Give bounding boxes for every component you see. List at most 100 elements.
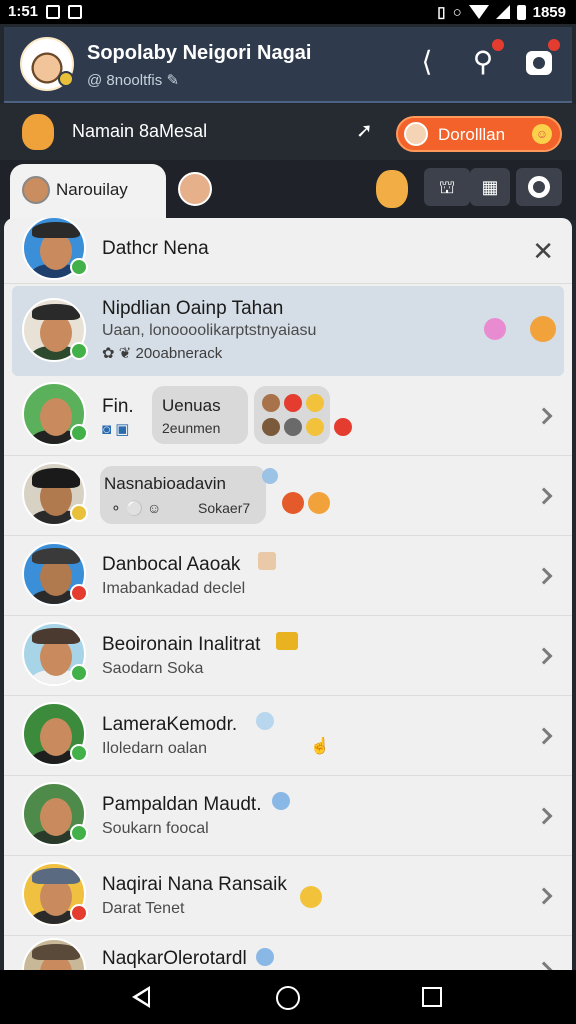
settings-notification-icon — [68, 4, 83, 19]
pencil-icon: ✎ — [166, 72, 180, 89]
status-badge — [70, 824, 88, 842]
list-item[interactable]: Naqirai Nana Ransaik Darat Tenet — [4, 858, 572, 936]
tab-avatar-second[interactable] — [178, 172, 212, 206]
sync-icon: ○ — [452, 3, 462, 21]
navigation-bar — [0, 970, 576, 1024]
contact-preview: Soukarn foocal — [102, 820, 209, 837]
list-header-name: Dathcr Nena — [102, 238, 209, 259]
status-badge — [70, 424, 88, 442]
heart-face-icon — [484, 318, 506, 340]
contact-name: Beoironain Inalitrat — [102, 634, 261, 655]
contact-name: Nasnabioadavin — [104, 474, 226, 493]
wink-emoji-icon — [300, 886, 322, 908]
emoji-bubble[interactable] — [254, 386, 330, 444]
tab-avatar — [22, 176, 50, 204]
contact-name: Fin. — [102, 396, 134, 417]
mascot-icon[interactable] — [376, 170, 408, 208]
contact-preview: Darat Tenet — [102, 900, 185, 917]
profile-handle[interactable]: @ 8nooltfis ✎ — [87, 71, 179, 89]
pointer-cursor-icon: ☝ — [310, 738, 330, 755]
battery-level: 1859 — [532, 3, 566, 21]
list-item[interactable]: Beoironain Inalitrat Saodarn Soka — [4, 618, 572, 696]
status-badge — [70, 342, 88, 360]
recent-apps-icon[interactable] — [422, 987, 442, 1007]
chevron-right-icon[interactable] — [535, 727, 553, 745]
reaction-icons: ⚬ ⚪ ☺ — [110, 500, 162, 516]
tab-active[interactable]: Narouilay — [10, 164, 166, 220]
record-icon[interactable] — [516, 168, 562, 206]
badge-icon — [272, 792, 290, 810]
share-icon[interactable]: ⟨ — [410, 45, 444, 79]
smile-emoji-icon — [308, 492, 330, 514]
contact-name: LameraKemodr. — [102, 714, 238, 735]
status-badge — [70, 664, 88, 682]
chevron-right-icon[interactable] — [535, 647, 553, 665]
message-bubble[interactable]: Uenuas 2eunmen — [152, 386, 248, 444]
contact-name: NaqkarOlerotardl — [102, 948, 247, 969]
grid-icon[interactable]: ▦ — [470, 168, 510, 206]
app-header: Sopolaby Neigori Nagai @ 8nooltfis ✎ ⟨ ⚲ — [4, 27, 572, 103]
chevron-right-icon[interactable] — [535, 567, 553, 585]
face-emoji-icon — [262, 394, 280, 412]
box-icon — [258, 552, 276, 570]
chevron-right-icon[interactable] — [535, 807, 553, 825]
profile-title: Sopolaby Neigori Nagai — [87, 42, 312, 64]
message-bubble[interactable]: Nasnabioadavin ⚬ ⚪ ☺ Sokaer7 — [100, 466, 266, 524]
list-item[interactable]: Nasnabioadavin ⚬ ⚪ ☺ Sokaer7 — [4, 458, 572, 536]
cursor-edit-icon[interactable]: ➚ — [356, 118, 373, 143]
list-item[interactable]: Fin. ◙ ▣ Uenuas 2eunmen — [4, 378, 572, 456]
reaction-icons: ✿ ❦ — [102, 345, 136, 362]
mascot-avatar-icon — [22, 114, 54, 150]
status-badge — [70, 504, 88, 522]
contact-name: Nipdlian Oainp Tahan — [102, 298, 284, 319]
list-item[interactable]: Danbocal Aaoak Imabankadad declel — [4, 538, 572, 616]
profile-avatar[interactable] — [20, 37, 74, 91]
contact-preview: Saodarn Soka — [102, 660, 204, 677]
list-header-row: Dathcr Nena ✕ — [4, 218, 572, 284]
face-emoji-icon — [284, 418, 302, 436]
status-time: 1:51 — [8, 3, 39, 20]
tag-icon — [262, 468, 278, 484]
crown-icon — [276, 632, 298, 650]
status-badge — [70, 904, 88, 922]
account-switch-button[interactable]: Dorolllan ☺ — [396, 116, 562, 152]
list-item[interactable]: LameraKemodr. Iloledarn oalan ☝ — [4, 698, 572, 776]
contact-name: Danbocal Aaoak — [102, 554, 241, 575]
wifi-icon — [468, 5, 489, 19]
reaction-icons: ◙ ▣ — [102, 421, 130, 438]
contact-preview: Uaan, lonoooolikarptstnyaiasu — [102, 322, 317, 339]
status-bar: 1:51 ▯ ○ 1859 — [0, 0, 576, 24]
home-icon[interactable] — [276, 986, 300, 1010]
close-icon[interactable]: ✕ — [532, 236, 554, 267]
chevron-right-icon[interactable] — [535, 961, 553, 970]
contact-preview: Imabankadad declel — [102, 580, 246, 597]
chevron-right-icon[interactable] — [535, 487, 553, 505]
tabs-row: Narouilay ⛫ ▦ — [0, 160, 576, 220]
contact-name: Pampaldan Maudt. — [102, 794, 262, 815]
badge-icon — [256, 948, 274, 966]
contact-preview: Iloledarn oalan — [102, 740, 207, 757]
status-badge — [70, 258, 88, 276]
chevron-right-icon[interactable] — [535, 887, 553, 905]
list-item[interactable]: NaqkarOlerotardl — [4, 938, 572, 970]
chevron-right-icon[interactable] — [535, 407, 553, 425]
notification-icon — [46, 4, 61, 19]
status-badge — [70, 744, 88, 762]
alert-icon — [334, 418, 352, 436]
camera-icon[interactable] — [522, 39, 560, 79]
badge-icon — [256, 712, 274, 730]
list-item[interactable]: Pampaldan Maudt. Soukarn foocal — [4, 778, 572, 856]
account-name: Namain 8aMesal — [72, 121, 208, 141]
contact-list-panel: Dathcr Nena ✕ Nipdlian Oainp Tahan Uaan,… — [4, 218, 572, 970]
contact-name: Naqirai Nana Ransaik — [102, 874, 287, 895]
status-badge — [70, 584, 88, 602]
search-key-icon[interactable]: ⚲ — [466, 39, 504, 79]
bag-icon[interactable]: ⛫ — [424, 168, 470, 206]
red-emoji-icon — [284, 394, 302, 412]
avatar — [22, 938, 86, 970]
back-icon[interactable] — [132, 986, 150, 1008]
angry-emoji-icon — [282, 492, 304, 514]
account-row: Namain 8aMesal ➚ Dorolllan ☺ — [0, 104, 576, 160]
list-item[interactable]: Nipdlian Oainp Tahan Uaan, lonoooolikarp… — [12, 286, 564, 376]
smile-icon: ☺ — [532, 124, 552, 144]
